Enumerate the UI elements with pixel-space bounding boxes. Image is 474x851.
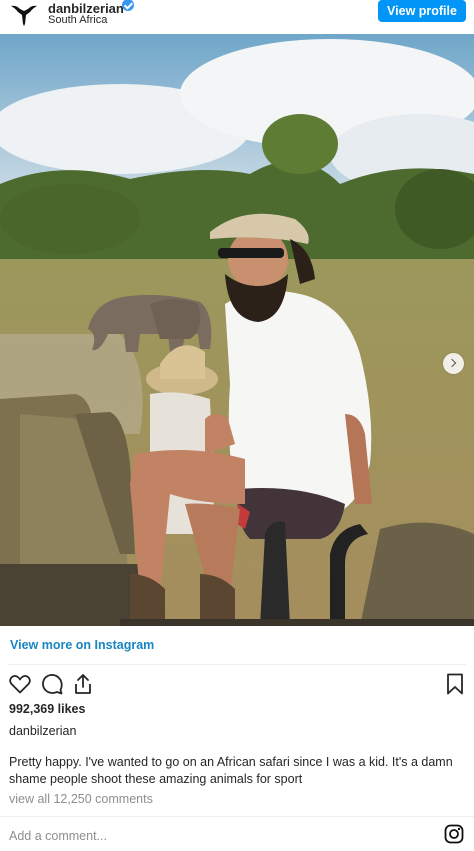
heart-icon[interactable]	[8, 672, 32, 696]
caption-username[interactable]: danbilzerian	[9, 724, 76, 738]
bookmark-icon[interactable]	[443, 672, 467, 696]
post-location[interactable]: South Africa	[48, 14, 107, 26]
like-count[interactable]: 992,369 likes	[9, 702, 85, 716]
divider	[8, 664, 466, 665]
post-photo[interactable]	[0, 34, 474, 626]
post-header: danbilzerian South Africa View profile	[0, 0, 474, 34]
instagram-icon[interactable]	[444, 824, 464, 844]
view-more-link[interactable]: View more on Instagram	[10, 638, 154, 652]
post-caption: Pretty happy. I've wanted to go on an Af…	[9, 755, 453, 786]
verified-badge-icon	[122, 0, 134, 11]
view-comments-link[interactable]: view all 12,250 comments	[9, 792, 153, 806]
carousel-next-button[interactable]	[443, 353, 464, 374]
divider	[0, 816, 474, 817]
ram-skull-logo[interactable]	[8, 2, 40, 28]
add-comment-input[interactable]: Add a comment...	[9, 829, 107, 843]
comment-icon[interactable]	[40, 672, 64, 696]
view-profile-button[interactable]: View profile	[378, 0, 466, 22]
share-icon[interactable]	[71, 672, 95, 696]
